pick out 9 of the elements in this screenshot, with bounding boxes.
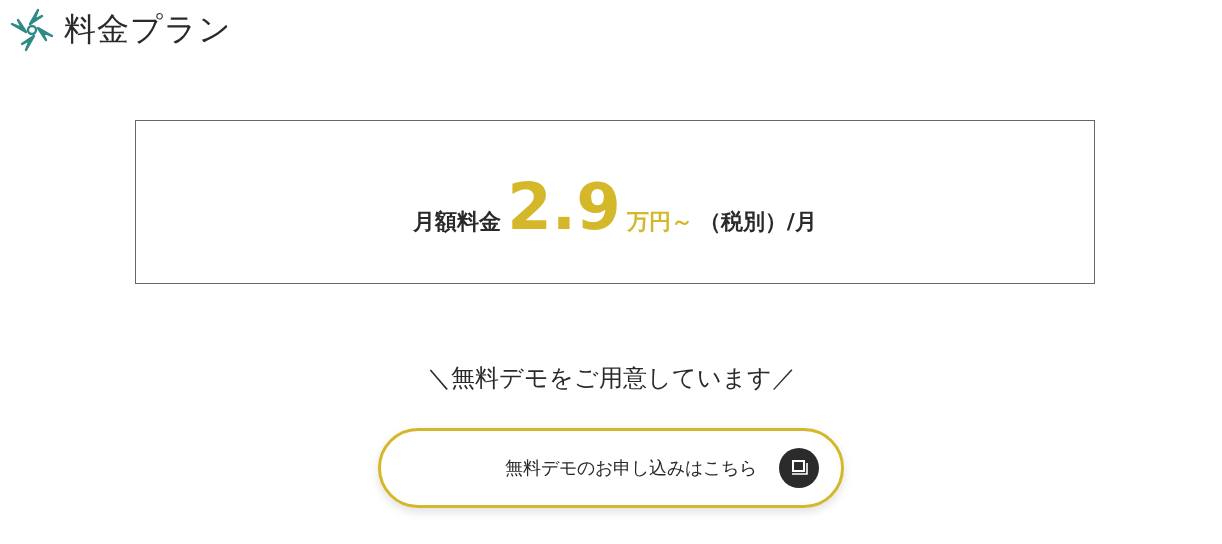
shuriken-logo-icon	[8, 6, 56, 54]
tagline: ＼無料デモをご用意しています／	[426, 363, 796, 394]
page-title: 料金プラン	[64, 9, 232, 50]
price-amount: 2.9	[507, 175, 621, 239]
price-note: （税別）/月	[698, 208, 817, 236]
price-unit: 万円～	[626, 208, 693, 236]
demo-request-button[interactable]: 無料デモのお申し込みはこちら	[378, 428, 844, 508]
new-window-icon	[779, 448, 819, 488]
price-label: 月額料金	[413, 208, 502, 236]
